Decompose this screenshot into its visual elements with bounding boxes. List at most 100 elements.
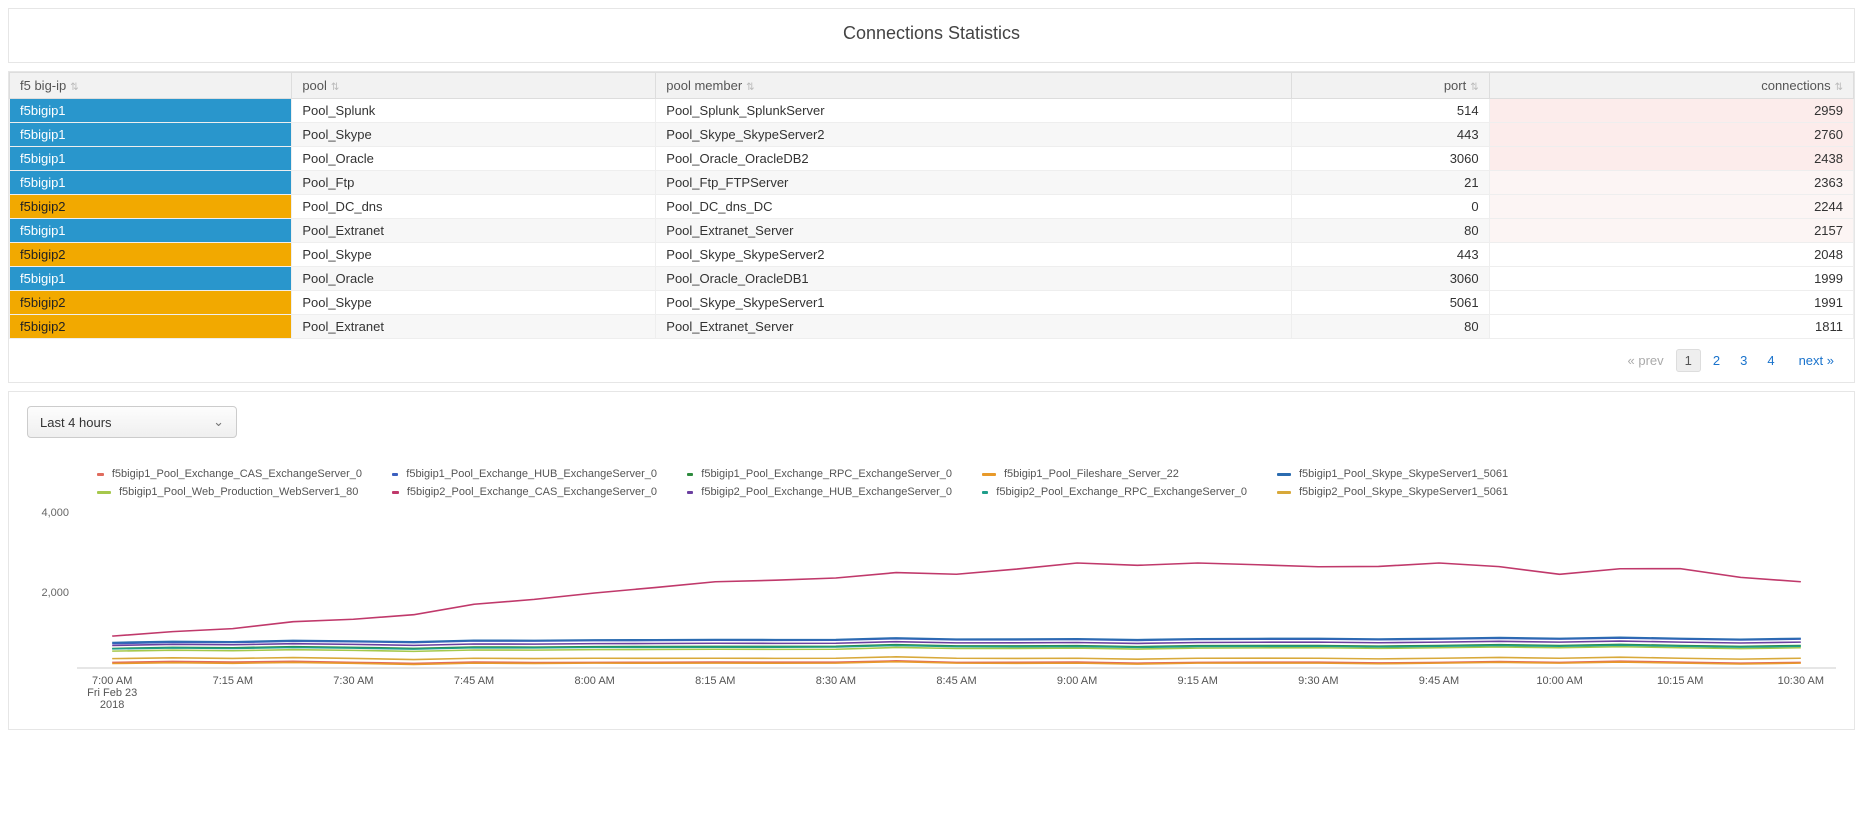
- x-tick-label: 7:15 AM: [213, 675, 253, 687]
- x-tick-label: 7:45 AM: [454, 675, 494, 687]
- legend-item[interactable]: f5bigip1_Pool_Exchange_CAS_ExchangeServe…: [97, 468, 362, 480]
- x-tick-label: 7:30 AM: [333, 675, 373, 687]
- table-row[interactable]: f5bigip1Pool_OraclePool_Oracle_OracleDB2…: [10, 147, 1854, 171]
- chevron-down-icon: ⌄: [213, 414, 224, 430]
- table-row[interactable]: f5bigip2Pool_ExtranetPool_Extranet_Serve…: [10, 315, 1854, 339]
- cell-host: f5bigip1: [10, 147, 292, 171]
- cell-member: Pool_Oracle_OracleDB2: [656, 147, 1292, 171]
- cell-port: 3060: [1291, 267, 1489, 291]
- time-range-label: Last 4 hours: [40, 415, 112, 430]
- cell-host: f5bigip1: [10, 219, 292, 243]
- cell-pool: Pool_Extranet: [292, 315, 656, 339]
- cell-host: f5bigip2: [10, 315, 292, 339]
- x-tick-label: 9:15 AM: [1178, 675, 1218, 687]
- cell-host: f5bigip2: [10, 195, 292, 219]
- cell-connections: 2760: [1489, 123, 1853, 147]
- cell-host: f5bigip1: [10, 123, 292, 147]
- column-header[interactable]: pool⇅: [292, 73, 656, 99]
- chart-xaxis: 7:00 AMFri Feb 2320187:15 AM7:30 AM7:45 …: [77, 673, 1836, 719]
- table-row[interactable]: f5bigip1Pool_FtpPool_Ftp_FTPServer212363: [10, 171, 1854, 195]
- legend-item[interactable]: f5bigip2_Pool_Exchange_HUB_ExchangeServe…: [687, 486, 952, 498]
- connections-table: f5 big-ip⇅pool⇅pool member⇅port⇅connecti…: [9, 72, 1854, 339]
- cell-member: Pool_Oracle_OracleDB1: [656, 267, 1292, 291]
- x-tick-label: 8:45 AM: [936, 675, 976, 687]
- cell-connections: 1999: [1489, 267, 1853, 291]
- legend-item[interactable]: f5bigip1_Pool_Skype_SkypeServer1_5061: [1277, 468, 1542, 480]
- pager-page[interactable]: 3: [1732, 349, 1755, 372]
- legend-item[interactable]: f5bigip1_Pool_Fileshare_Server_22: [982, 468, 1247, 480]
- cell-host: f5bigip2: [10, 243, 292, 267]
- cell-port: 80: [1291, 219, 1489, 243]
- cell-host: f5bigip1: [10, 99, 292, 123]
- column-header[interactable]: port⇅: [1291, 73, 1489, 99]
- legend-swatch: [687, 491, 693, 494]
- cell-host: f5bigip1: [10, 171, 292, 195]
- legend-label: f5bigip2_Pool_Skype_SkypeServer1_5061: [1299, 486, 1508, 498]
- legend-item[interactable]: f5bigip1_Pool_Exchange_RPC_ExchangeServe…: [687, 468, 952, 480]
- sort-icon: ⇅: [746, 82, 754, 93]
- pager: « prev 1234 next »: [9, 339, 1854, 382]
- x-tick-label: 8:00 AM: [574, 675, 614, 687]
- cell-port: 514: [1291, 99, 1489, 123]
- legend-item[interactable]: f5bigip2_Pool_Skype_SkypeServer1_5061: [1277, 486, 1542, 498]
- x-tick-label: 10:15 AM: [1657, 675, 1703, 687]
- table-row[interactable]: f5bigip1Pool_ExtranetPool_Extranet_Serve…: [10, 219, 1854, 243]
- column-header[interactable]: connections⇅: [1489, 73, 1853, 99]
- y-tick-label: 4,000: [41, 507, 77, 519]
- chart-legend: f5bigip1_Pool_Exchange_CAS_ExchangeServe…: [27, 438, 1836, 513]
- legend-swatch: [97, 473, 104, 476]
- legend-label: f5bigip1_Pool_Exchange_CAS_ExchangeServe…: [112, 468, 362, 480]
- cell-connections: 2157: [1489, 219, 1853, 243]
- cell-connections: 1811: [1489, 315, 1853, 339]
- legend-swatch: [1277, 491, 1291, 494]
- cell-member: Pool_Skype_SkypeServer2: [656, 243, 1292, 267]
- legend-swatch: [97, 491, 111, 494]
- cell-pool: Pool_Splunk: [292, 99, 656, 123]
- cell-pool: Pool_DC_dns: [292, 195, 656, 219]
- legend-item[interactable]: f5bigip2_Pool_Exchange_CAS_ExchangeServe…: [392, 486, 657, 498]
- legend-label: f5bigip1_Pool_Skype_SkypeServer1_5061: [1299, 468, 1508, 480]
- sort-icon: ⇅: [331, 82, 339, 93]
- pager-next[interactable]: next »: [1791, 349, 1842, 372]
- table-row[interactable]: f5bigip2Pool_SkypePool_Skype_SkypeServer…: [10, 243, 1854, 267]
- pager-page[interactable]: 4: [1759, 349, 1782, 372]
- legend-label: f5bigip2_Pool_Exchange_HUB_ExchangeServe…: [701, 486, 952, 498]
- chart-plot[interactable]: 2,0004,000: [77, 513, 1836, 673]
- panel-title: Connections Statistics: [9, 9, 1854, 62]
- cell-pool: Pool_Skype: [292, 291, 656, 315]
- x-tick-label: 10:00 AM: [1536, 675, 1582, 687]
- cell-port: 80: [1291, 315, 1489, 339]
- time-range-select[interactable]: Last 4 hours ⌄: [27, 406, 237, 438]
- legend-swatch: [1277, 473, 1291, 476]
- cell-host: f5bigip2: [10, 291, 292, 315]
- cell-pool: Pool_Ftp: [292, 171, 656, 195]
- legend-item[interactable]: f5bigip1_Pool_Web_Production_WebServer1_…: [97, 486, 362, 498]
- cell-member: Pool_Extranet_Server: [656, 219, 1292, 243]
- table-panel: f5 big-ip⇅pool⇅pool member⇅port⇅connecti…: [8, 71, 1855, 383]
- cell-connections: 1991: [1489, 291, 1853, 315]
- cell-member: Pool_Skype_SkypeServer2: [656, 123, 1292, 147]
- cell-port: 443: [1291, 243, 1489, 267]
- table-row[interactable]: f5bigip1Pool_SplunkPool_Splunk_SplunkSer…: [10, 99, 1854, 123]
- table-row[interactable]: f5bigip1Pool_OraclePool_Oracle_OracleDB1…: [10, 267, 1854, 291]
- cell-connections: 2363: [1489, 171, 1853, 195]
- legend-label: f5bigip1_Pool_Web_Production_WebServer1_…: [119, 486, 358, 498]
- legend-swatch: [982, 491, 988, 494]
- table-row[interactable]: f5bigip2Pool_SkypePool_Skype_SkypeServer…: [10, 291, 1854, 315]
- legend-swatch: [982, 473, 996, 476]
- x-tick-label: 10:30 AM: [1778, 675, 1824, 687]
- column-header[interactable]: f5 big-ip⇅: [10, 73, 292, 99]
- column-header[interactable]: pool member⇅: [656, 73, 1292, 99]
- legend-label: f5bigip2_Pool_Exchange_CAS_ExchangeServe…: [407, 486, 657, 498]
- cell-connections: 2438: [1489, 147, 1853, 171]
- table-row[interactable]: f5bigip2Pool_DC_dnsPool_DC_dns_DC02244: [10, 195, 1854, 219]
- legend-swatch: [392, 473, 398, 476]
- pager-page[interactable]: 2: [1705, 349, 1728, 372]
- legend-item[interactable]: f5bigip1_Pool_Exchange_HUB_ExchangeServe…: [392, 468, 657, 480]
- table-row[interactable]: f5bigip1Pool_SkypePool_Skype_SkypeServer…: [10, 123, 1854, 147]
- sort-icon: ⇅: [70, 82, 78, 93]
- cell-member: Pool_Ftp_FTPServer: [656, 171, 1292, 195]
- legend-swatch: [687, 473, 693, 476]
- legend-item[interactable]: f5bigip2_Pool_Exchange_RPC_ExchangeServe…: [982, 486, 1247, 498]
- x-tick-label: 9:45 AM: [1419, 675, 1459, 687]
